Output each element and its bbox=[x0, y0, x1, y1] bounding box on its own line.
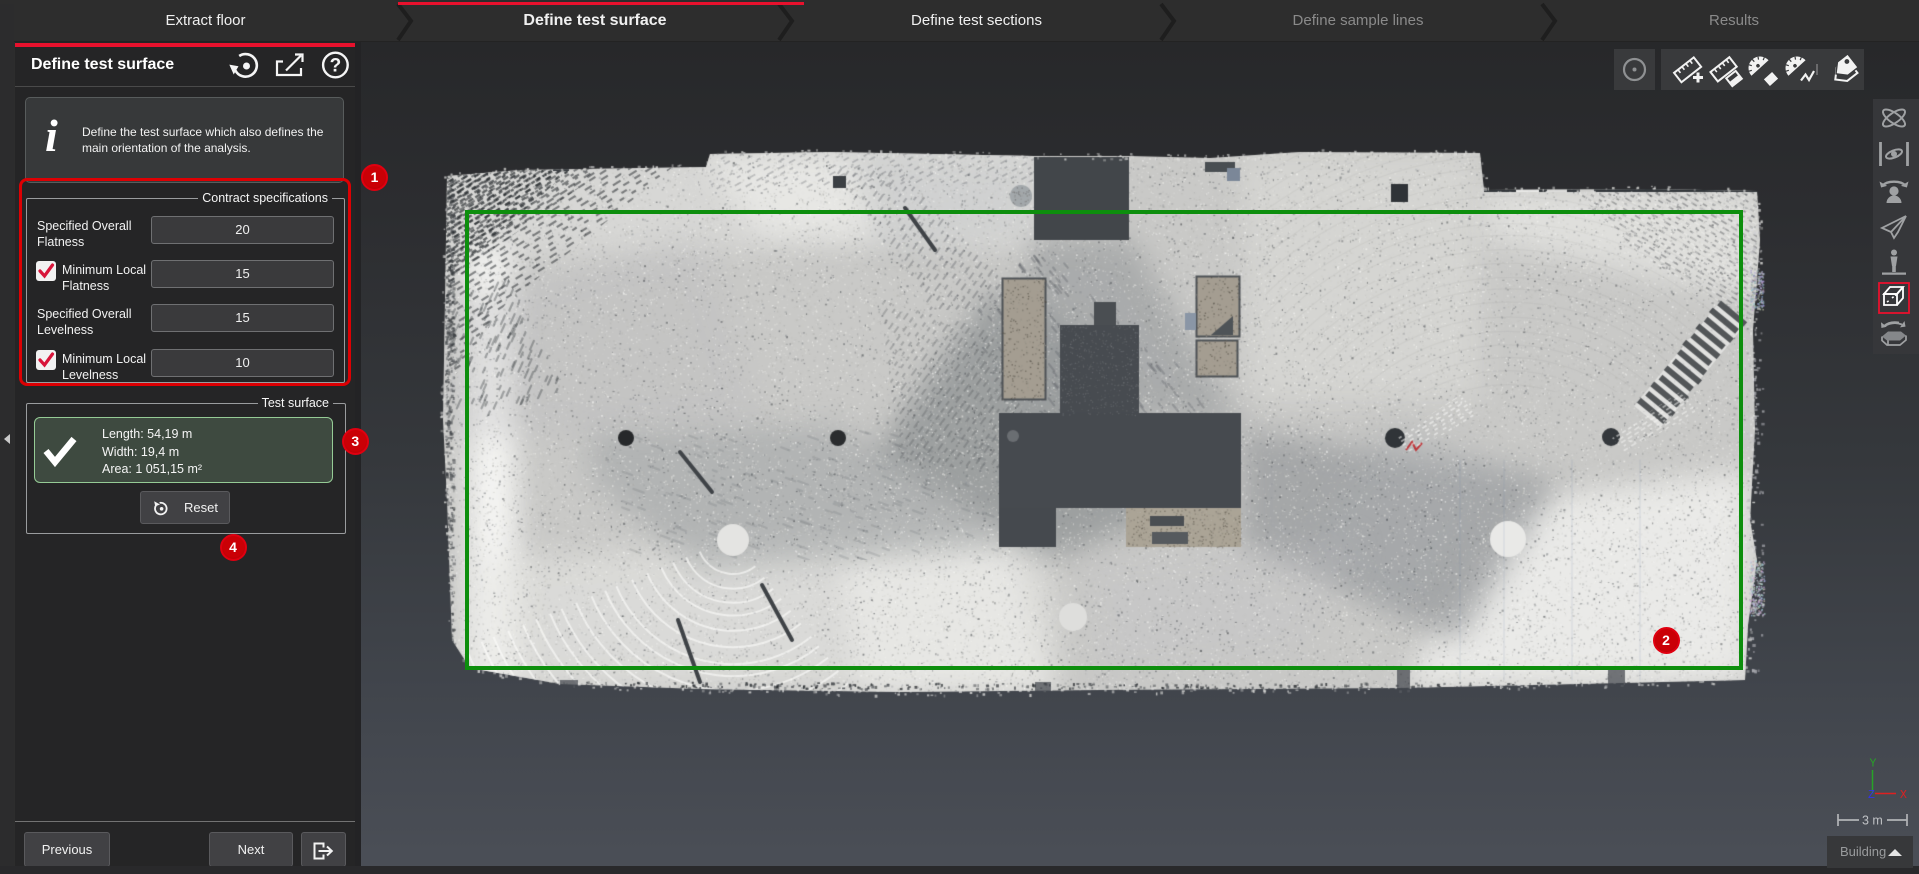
svg-text:X: X bbox=[1900, 789, 1907, 802]
svg-text:Y: Y bbox=[1870, 758, 1877, 771]
svg-text:?: ? bbox=[330, 56, 342, 77]
svg-text:Z: Z bbox=[1868, 789, 1875, 802]
svg-text:3 m: 3 m bbox=[1862, 814, 1883, 828]
